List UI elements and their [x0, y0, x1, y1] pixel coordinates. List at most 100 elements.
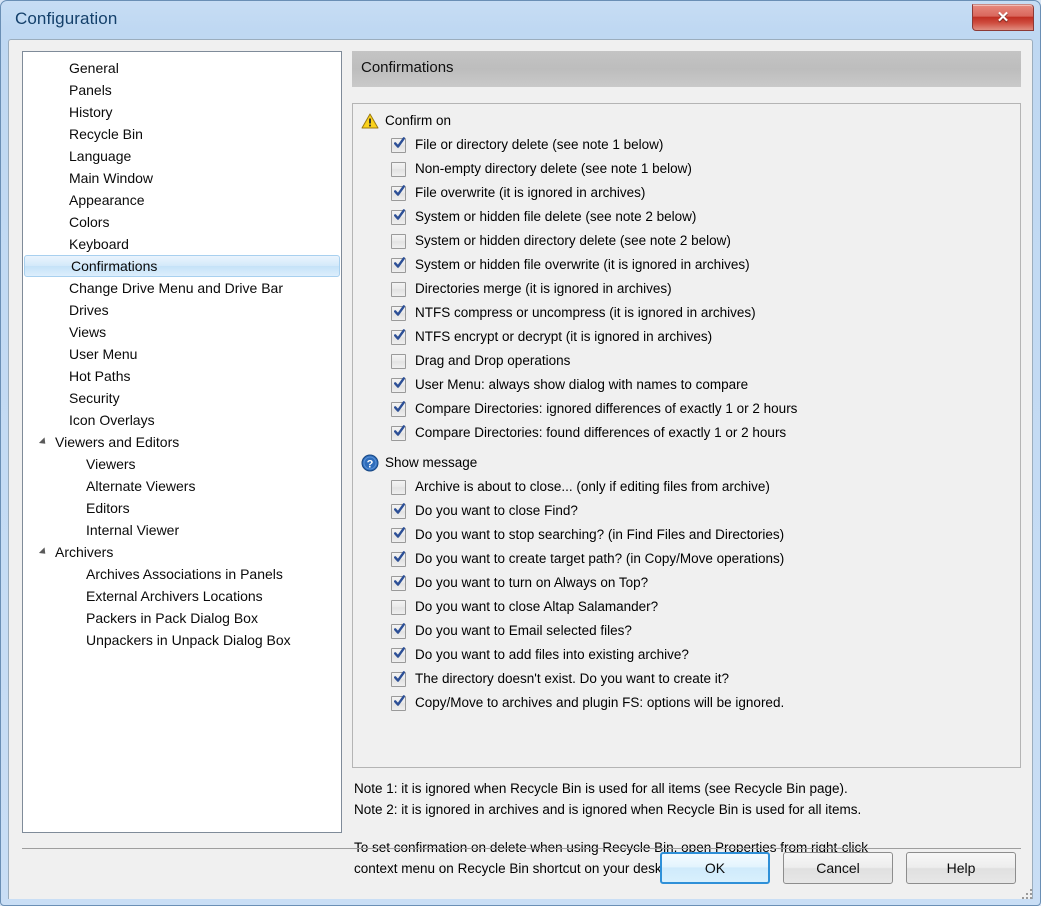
checkbox-row[interactable]: Drag and Drop operations	[353, 350, 1020, 374]
group-title: Confirm on	[385, 113, 451, 128]
sidebar-item-viewers-and-editors[interactable]: Viewers and Editors	[23, 431, 341, 453]
checkbox-unchecked[interactable]	[391, 480, 406, 495]
checkbox-checked[interactable]	[391, 138, 406, 153]
checkbox-row[interactable]: Copy/Move to archives and plugin FS: opt…	[353, 692, 1020, 716]
checkbox-row[interactable]: Compare Directories: ignored differences…	[353, 398, 1020, 422]
checkbox-unchecked[interactable]	[391, 162, 406, 177]
sidebar-item-label: Unpackers in Unpack Dialog Box	[86, 629, 291, 651]
checkbox-checked[interactable]	[391, 528, 406, 543]
sidebar-item-label: Colors	[69, 211, 109, 233]
tree-expand-arrow-icon[interactable]	[39, 437, 48, 446]
checkbox-label: Compare Directories: found differences o…	[415, 425, 786, 440]
sidebar-item-alternate-viewers[interactable]: Alternate Viewers	[23, 475, 341, 497]
checkbox-row[interactable]: Do you want to Email selected files?	[353, 620, 1020, 644]
sidebar-item-general[interactable]: General	[23, 57, 341, 79]
checkbox-checked[interactable]	[391, 426, 406, 441]
checkbox-checked[interactable]	[391, 306, 406, 321]
sidebar-item-viewers[interactable]: Viewers	[23, 453, 341, 475]
checkbox-label: Do you want to stop searching? (in Find …	[415, 527, 784, 542]
checkmark-icon	[394, 575, 405, 588]
checkmark-icon	[394, 209, 405, 222]
sidebar-item-external-archivers-locations[interactable]: External Archivers Locations	[23, 585, 341, 607]
checkbox-label: Directories merge (it is ignored in arch…	[415, 281, 672, 296]
checkbox-label: Do you want to close Altap Salamander?	[415, 599, 658, 614]
resize-grip[interactable]	[1022, 889, 1035, 902]
sidebar-item-unpackers-in-unpack-dialog-box[interactable]: Unpackers in Unpack Dialog Box	[23, 629, 341, 651]
sidebar-item-packers-in-pack-dialog-box[interactable]: Packers in Pack Dialog Box	[23, 607, 341, 629]
checkmark-icon	[394, 305, 405, 318]
checkbox-row[interactable]: User Menu: always show dialog with names…	[353, 374, 1020, 398]
checkbox-row[interactable]: The directory doesn't exist. Do you want…	[353, 668, 1020, 692]
checkbox-unchecked[interactable]	[391, 282, 406, 297]
sidebar-item-editors[interactable]: Editors	[23, 497, 341, 519]
checkbox-checked[interactable]	[391, 552, 406, 567]
sidebar-item-views[interactable]: Views	[23, 321, 341, 343]
checkbox-row[interactable]: Do you want to add files into existing a…	[353, 644, 1020, 668]
checkmark-icon	[394, 695, 405, 708]
panel-header: Confirmations	[352, 51, 1021, 87]
checkbox-row[interactable]: System or hidden file delete (see note 2…	[353, 206, 1020, 230]
checkbox-checked[interactable]	[391, 378, 406, 393]
sidebar-item-main-window[interactable]: Main Window	[23, 167, 341, 189]
checkbox-label: Do you want to turn on Always on Top?	[415, 575, 648, 590]
sidebar-item-icon-overlays[interactable]: Icon Overlays	[23, 409, 341, 431]
checkbox-row[interactable]: Do you want to close Altap Salamander?	[353, 596, 1020, 620]
checkbox-row[interactable]: System or hidden file overwrite (it is i…	[353, 254, 1020, 278]
checkbox-unchecked[interactable]	[391, 354, 406, 369]
checkbox-unchecked[interactable]	[391, 234, 406, 249]
sidebar-item-history[interactable]: History	[23, 101, 341, 123]
sidebar-item-panels[interactable]: Panels	[23, 79, 341, 101]
checkbox-checked[interactable]	[391, 672, 406, 687]
checkbox-checked[interactable]	[391, 330, 406, 345]
checkbox-unchecked[interactable]	[391, 600, 406, 615]
sidebar-item-archives-associations-in-panels[interactable]: Archives Associations in Panels	[23, 563, 341, 585]
sidebar-item-keyboard[interactable]: Keyboard	[23, 233, 341, 255]
checkbox-row[interactable]: Directories merge (it is ignored in arch…	[353, 278, 1020, 302]
checkbox-row[interactable]: Do you want to close Find?	[353, 500, 1020, 524]
sidebar-item-language[interactable]: Language	[23, 145, 341, 167]
checkbox-row[interactable]: Archive is about to close... (only if ed…	[353, 476, 1020, 500]
checkbox-checked[interactable]	[391, 624, 406, 639]
checkbox-label: NTFS compress or uncompress (it is ignor…	[415, 305, 756, 320]
cancel-button[interactable]: Cancel	[783, 852, 893, 884]
checkbox-row[interactable]: Do you want to stop searching? (in Find …	[353, 524, 1020, 548]
checkbox-checked[interactable]	[391, 210, 406, 225]
sidebar-item-label: Keyboard	[69, 233, 129, 255]
checkbox-row[interactable]: Compare Directories: found differences o…	[353, 422, 1020, 446]
help-button[interactable]: Help	[906, 852, 1016, 884]
checkbox-row[interactable]: Non-empty directory delete (see note 1 b…	[353, 158, 1020, 182]
sidebar-item-internal-viewer[interactable]: Internal Viewer	[23, 519, 341, 541]
checkbox-checked[interactable]	[391, 504, 406, 519]
sidebar-item-appearance[interactable]: Appearance	[23, 189, 341, 211]
sidebar-item-change-drive-menu-and-drive-bar[interactable]: Change Drive Menu and Drive Bar	[23, 277, 341, 299]
checkbox-checked[interactable]	[391, 186, 406, 201]
checkbox-label: NTFS encrypt or decrypt (it is ignored i…	[415, 329, 712, 344]
sidebar-item-recycle-bin[interactable]: Recycle Bin	[23, 123, 341, 145]
sidebar-item-archivers[interactable]: Archivers	[23, 541, 341, 563]
checkmark-icon	[394, 137, 405, 150]
sidebar-item-label: Icon Overlays	[69, 409, 155, 431]
checkbox-row[interactable]: File overwrite (it is ignored in archive…	[353, 182, 1020, 206]
sidebar-item-hot-paths[interactable]: Hot Paths	[23, 365, 341, 387]
sidebar-item-security[interactable]: Security	[23, 387, 341, 409]
checkbox-checked[interactable]	[391, 576, 406, 591]
confirmations-groupbox: Confirm on File or directory delete (see …	[352, 103, 1021, 768]
sidebar-item-colors[interactable]: Colors	[23, 211, 341, 233]
checkbox-row[interactable]: NTFS compress or uncompress (it is ignor…	[353, 302, 1020, 326]
checkbox-row[interactable]: System or hidden directory delete (see n…	[353, 230, 1020, 254]
checkbox-checked[interactable]	[391, 258, 406, 273]
settings-tree[interactable]: GeneralPanelsHistoryRecycle BinLanguageM…	[22, 51, 342, 833]
sidebar-item-drives[interactable]: Drives	[23, 299, 341, 321]
close-button[interactable]: ✕	[972, 4, 1034, 31]
tree-expand-arrow-icon[interactable]	[39, 547, 48, 556]
checkbox-row[interactable]: Do you want to create target path? (in C…	[353, 548, 1020, 572]
sidebar-item-user-menu[interactable]: User Menu	[23, 343, 341, 365]
checkbox-row[interactable]: File or directory delete (see note 1 bel…	[353, 134, 1020, 158]
checkbox-checked[interactable]	[391, 696, 406, 711]
sidebar-item-confirmations[interactable]: Confirmations	[24, 255, 340, 277]
ok-button[interactable]: OK	[660, 852, 770, 884]
checkbox-checked[interactable]	[391, 402, 406, 417]
checkbox-row[interactable]: Do you want to turn on Always on Top?	[353, 572, 1020, 596]
checkbox-row[interactable]: NTFS encrypt or decrypt (it is ignored i…	[353, 326, 1020, 350]
checkbox-checked[interactable]	[391, 648, 406, 663]
